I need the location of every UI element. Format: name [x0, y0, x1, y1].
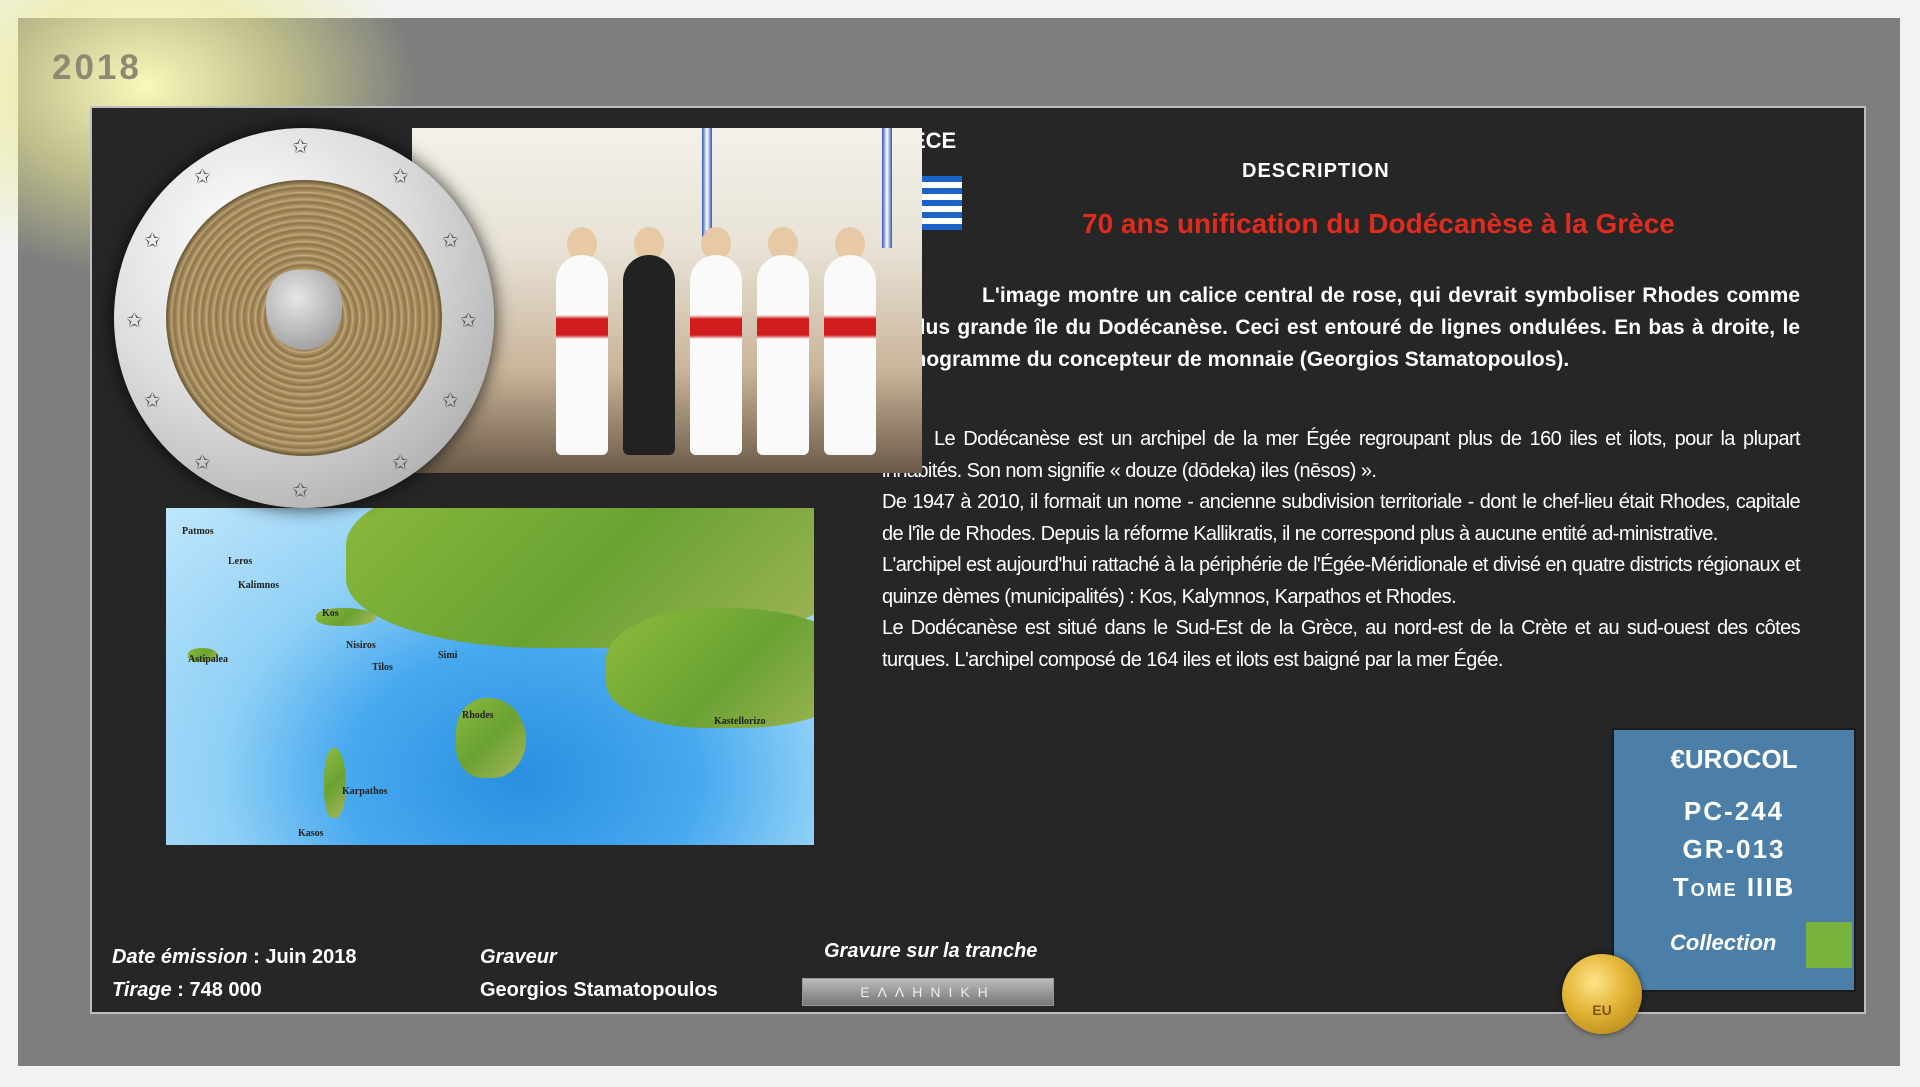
star-icon: ✩	[292, 480, 309, 502]
catalog-ref: Tome IIIB	[1672, 872, 1796, 902]
catalog-ref: PC-244	[1683, 796, 1785, 826]
map-label: Simi	[438, 650, 458, 661]
engraver-name: Georgios Stamatopoulos	[480, 979, 718, 1001]
mintage-value: : 748 000	[171, 979, 262, 1001]
dancer-figure	[623, 255, 675, 455]
issue-date: Date émission : Juin 2018	[112, 946, 357, 969]
history-paragraph: Le Dodécanèse est un archipel de la mer …	[882, 428, 1801, 482]
collection-status-square[interactable]	[1806, 922, 1852, 968]
seal-text: EU	[1592, 1002, 1612, 1018]
info-card: ✩ ✩ ✩ ✩ ✩ ✩ ✩ ✩ ✩ ✩ ✩ ✩ Patmos Leros Kal…	[90, 106, 1866, 1014]
map-label: Patmos	[182, 526, 214, 537]
star-icon: ✩	[126, 310, 143, 332]
map-label: Nisiros	[346, 640, 376, 651]
star-icon: ✩	[460, 310, 477, 332]
coin-center	[166, 180, 442, 456]
star-icon: ✩	[392, 452, 409, 474]
collection-label: Collection	[1670, 930, 1777, 955]
description-heading: DESCRIPTION	[1242, 160, 1390, 182]
dodecanese-map: Patmos Leros Kalimnos Kos Nisiros Astipa…	[166, 508, 814, 845]
outer-frame: 2018 ✩ ✩ ✩ ✩ ✩ ✩ ✩ ✩ ✩ ✩ ✩ ✩ Patmos Lero…	[0, 0, 1900, 1066]
star-icon: ✩	[442, 230, 459, 252]
engraver-label: Graveur	[480, 946, 557, 968]
map-label: Leros	[228, 556, 253, 567]
map-label: Kalimnos	[238, 580, 280, 591]
history-text: Le Dodécanèse est un archipel de la mer …	[882, 424, 1801, 676]
map-label: Kastellorizo	[714, 716, 766, 727]
coin-image: ✩ ✩ ✩ ✩ ✩ ✩ ✩ ✩ ✩ ✩ ✩ ✩	[114, 128, 494, 508]
dancer-figure	[556, 255, 608, 455]
island-karpathos	[324, 748, 346, 818]
map-label: Kos	[322, 608, 339, 619]
issue-date-value: : Juin 2018	[247, 946, 357, 968]
eurocol-box: €UROCOL PC-244 GR-013 Tome IIIB Collecti…	[1612, 728, 1856, 992]
rose-calyx-icon	[266, 270, 342, 350]
mintage-label: Tirage	[112, 979, 172, 1001]
history-paragraph: De 1947 à 2010, il formait un nome - anc…	[882, 491, 1801, 545]
history-paragraph: L'archipel est aujourd'hui rattaché à la…	[882, 554, 1801, 608]
coin-design-paragraph: L'image montre un calice central de rose…	[882, 284, 1800, 371]
flag-pole-icon	[882, 128, 892, 248]
history-paragraph: Le Dodécanèse est situé dans le Sud-Est …	[882, 617, 1801, 671]
year-label: 2018	[52, 48, 142, 87]
star-icon: ✩	[442, 390, 459, 412]
star-icon: ✩	[144, 230, 161, 252]
mintage: Tirage : 748 000	[112, 979, 262, 1002]
map-label: Astipalea	[188, 654, 228, 665]
map-label: Kasos	[298, 828, 324, 839]
star-icon: ✩	[194, 166, 211, 188]
edge-engraving-label: Gravure sur la tranche	[824, 940, 1038, 962]
eu-seal-icon: EU	[1562, 954, 1642, 1034]
star-icon: ✩	[292, 136, 309, 158]
map-label: Karpathos	[342, 786, 388, 797]
issue-date-label: Date émission	[112, 946, 248, 968]
eurocol-title: €UROCOL	[1670, 744, 1798, 774]
edge-engraving-image: ΕΛΛΗΝΙΚΗ	[802, 978, 1054, 1006]
star-icon: ✩	[144, 390, 161, 412]
map-label: Tilos	[372, 662, 393, 673]
dancer-figure	[690, 255, 742, 455]
star-icon: ✩	[194, 452, 211, 474]
star-icon: ✩	[392, 166, 409, 188]
map-label: Rhodes	[462, 710, 494, 721]
catalog-ref: GR-013	[1682, 834, 1786, 864]
land-mass	[606, 608, 814, 728]
dancer-figure	[757, 255, 809, 455]
commemoration-title: 70 ans unification du Dodécanèse à la Gr…	[1082, 208, 1675, 239]
dancer-figure	[824, 255, 876, 455]
